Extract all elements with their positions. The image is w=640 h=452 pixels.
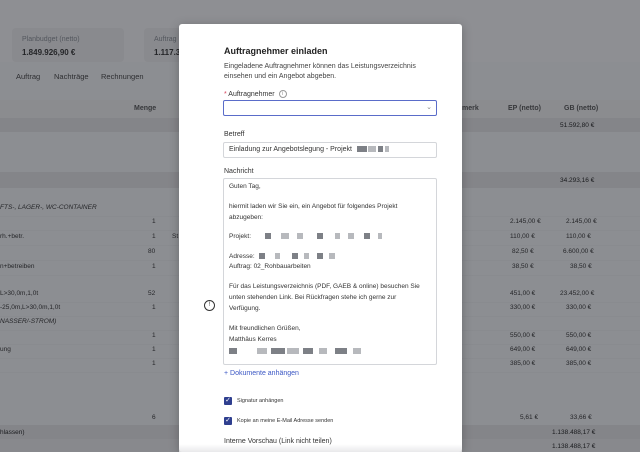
- redacted-text: [367, 146, 376, 153]
- copy-email-checkbox[interactable]: ✓: [224, 417, 232, 425]
- info-circle-icon[interactable]: !: [204, 300, 215, 311]
- message-line: Guten Tag,: [229, 183, 261, 190]
- signature-checkbox-label[interactable]: Signatur anhängen: [237, 398, 283, 404]
- redacted-text: [303, 348, 313, 355]
- redacted-text: [304, 253, 310, 260]
- message-line: Für das Leistungsverzeichnis (PDF, GAEB …: [229, 283, 420, 290]
- modal-description: Eingeladene Auftragnehmer können das Lei…: [224, 63, 416, 80]
- redacted-text: [377, 233, 382, 240]
- redacted-text: [363, 233, 370, 240]
- copy-email-checkbox-label[interactable]: Kopie an meine E-Mail Adresse senden: [237, 418, 333, 424]
- required-marker: *: [224, 90, 227, 98]
- redacted-text: [287, 348, 299, 355]
- message-line: Auftrag: 02_Rohbauarbeiten: [229, 263, 311, 270]
- message-line: Matthäus Kerres: [229, 336, 277, 343]
- contractor-label-text: Auftragnehmer: [228, 90, 275, 98]
- redacted-text: [319, 348, 327, 355]
- subject-value: Einladung zur Angebotslegung - Projekt: [229, 146, 352, 153]
- message-line-address: Adresse:: [229, 253, 336, 260]
- contractor-label: * Auftragnehmer i: [224, 90, 287, 98]
- redacted-text: [356, 146, 367, 153]
- redacted-text: [334, 233, 340, 240]
- redacted-text: [264, 233, 271, 240]
- chevron-down-icon[interactable]: ⌄: [426, 103, 432, 111]
- redacted-text: [317, 253, 324, 260]
- modal-title: Auftragnehmer einladen: [224, 46, 328, 56]
- redacted-text: [329, 253, 336, 260]
- redacted-text: [316, 233, 323, 240]
- subject-label: Betreff: [224, 131, 245, 138]
- invite-contractor-modal: Auftragnehmer einladen Eingeladene Auftr…: [179, 24, 462, 452]
- redacted-text: [275, 253, 281, 260]
- redacted-text: [271, 348, 285, 355]
- message-textarea[interactable]: Guten Tag, hiermit laden wir Sie ein, ei…: [223, 178, 437, 365]
- plus-icon: +: [224, 370, 229, 377]
- message-line: abzugeben:: [229, 214, 263, 221]
- attach-documents-link[interactable]: + Dokumente anhängen: [224, 370, 299, 377]
- contractor-select[interactable]: ⌄: [223, 100, 437, 116]
- message-line: unten stehenden Link. Bei Rückfragen ste…: [229, 294, 397, 301]
- redacted-text: [259, 253, 266, 260]
- redacted-text: [335, 348, 347, 355]
- redacted-text: [377, 146, 383, 153]
- message-line: Mit freundlichen Grüßen,: [229, 325, 301, 332]
- message-label: Nachricht: [224, 168, 254, 175]
- redacted-text: [296, 233, 303, 240]
- redacted-text: [353, 348, 361, 355]
- redacted-text: [347, 233, 354, 240]
- message-line-project: Projekt:: [229, 233, 382, 240]
- info-icon[interactable]: i: [278, 90, 287, 98]
- redacted-text: [280, 233, 289, 240]
- message-line: hiermit laden wir Sie ein, ein Angebot f…: [229, 203, 398, 210]
- redacted-text: [292, 253, 299, 260]
- subject-input[interactable]: Einladung zur Angebotslegung - Projekt: [223, 142, 437, 158]
- scroll-fade: [179, 444, 462, 452]
- message-line-redacted: [229, 348, 361, 355]
- redacted-text: [384, 146, 389, 153]
- redacted-text: [229, 348, 237, 355]
- message-line: Verfügung.: [229, 305, 261, 312]
- redacted-text: [257, 348, 267, 355]
- attach-documents-label: Dokumente anhängen: [230, 370, 299, 377]
- signature-checkbox[interactable]: ✓: [224, 397, 232, 405]
